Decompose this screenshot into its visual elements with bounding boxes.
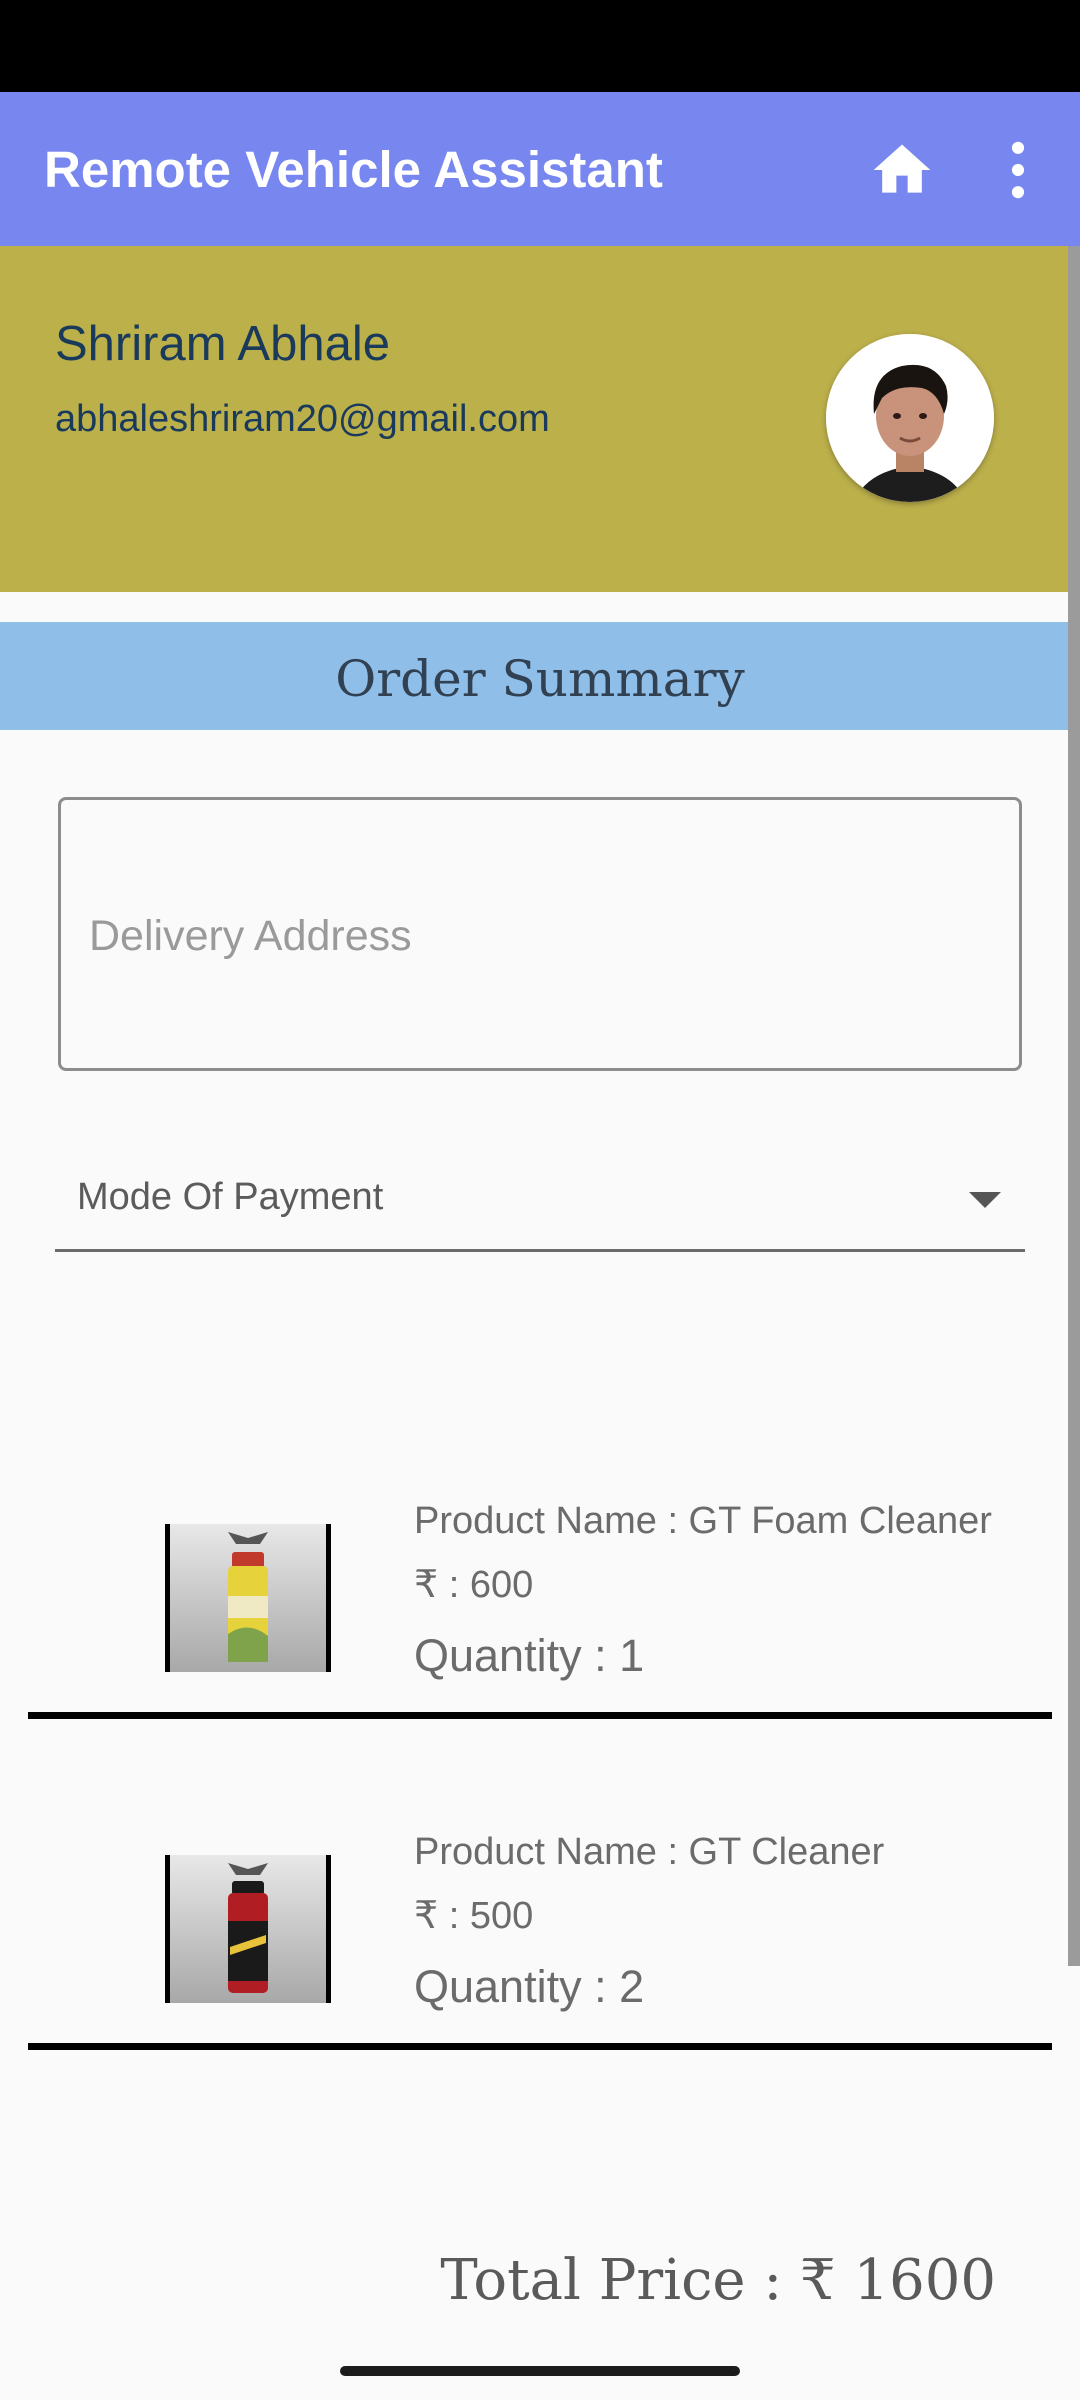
app-title: Remote Vehicle Assistant	[44, 141, 663, 198]
product-image	[165, 1855, 331, 2003]
payment-mode-label: Mode Of Payment	[77, 1176, 384, 1218]
spray-can-icon	[228, 1863, 268, 1993]
list-item[interactable]: Product Name : GT Cleaner ₹ : 500 Quanti…	[0, 1821, 1080, 2021]
product-name: Product Name : GT Foam Cleaner	[414, 1500, 992, 1542]
order-summary-screen: Remote Vehicle Assistant Shriram Abhale …	[0, 0, 1080, 2400]
list-item[interactable]: Product Name : GT Foam Cleaner ₹ : 600 Q…	[0, 1490, 1080, 1690]
more-vert-icon	[1011, 141, 1025, 199]
scrollbar[interactable]	[1068, 246, 1080, 1966]
product-quantity: Quantity : 1	[414, 1630, 645, 1681]
overflow-menu-button[interactable]	[990, 136, 1046, 204]
payment-mode-dropdown[interactable]: Mode Of Payment	[55, 1160, 1025, 1252]
divider	[28, 1712, 1052, 1719]
product-name: Product Name : GT Cleaner	[414, 1831, 885, 1873]
order-summary-header: Order Summary	[0, 622, 1068, 730]
delivery-address-input[interactable]: Delivery Address	[58, 797, 1022, 1071]
profile-name: Shriram Abhale	[55, 317, 391, 371]
app-bar: Remote Vehicle Assistant	[0, 92, 1080, 246]
product-quantity: Quantity : 2	[414, 1961, 645, 2012]
delivery-address-placeholder: Delivery Address	[89, 912, 412, 960]
dropdown-arrow-icon	[969, 1192, 1001, 1208]
product-image	[165, 1524, 331, 1672]
spray-can-icon	[228, 1532, 268, 1662]
home-button[interactable]	[868, 136, 936, 204]
section-title: Order Summary	[335, 650, 745, 708]
total-price: Total Price : ₹ 1600	[440, 2248, 996, 2313]
divider	[28, 2043, 1052, 2050]
status-bar	[0, 0, 1080, 92]
gesture-navigation-bar[interactable]	[340, 2366, 740, 2376]
profile-email: abhaleshriram20@gmail.com	[55, 398, 550, 440]
product-price: ₹ : 500	[414, 1895, 534, 1937]
avatar-icon	[826, 334, 994, 502]
avatar[interactable]	[826, 334, 994, 502]
profile-header: Shriram Abhale abhaleshriram20@gmail.com	[0, 246, 1080, 592]
product-price: ₹ : 600	[414, 1564, 534, 1606]
home-icon	[873, 144, 931, 193]
